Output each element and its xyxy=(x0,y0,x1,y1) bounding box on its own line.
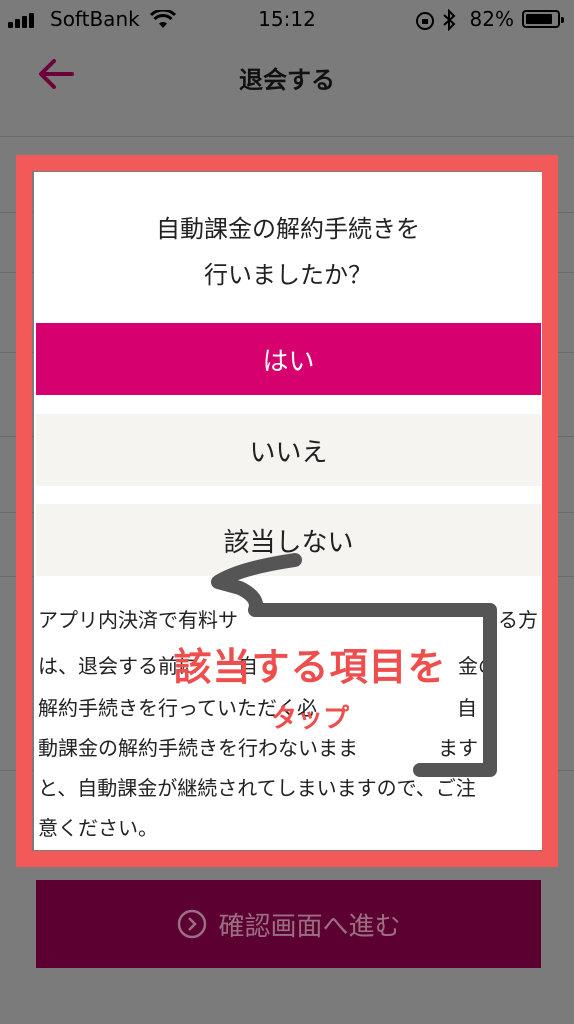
page-title: 退会する xyxy=(239,66,335,94)
rotation-lock-icon xyxy=(416,12,434,30)
divider xyxy=(0,136,574,137)
chevron-circle-icon xyxy=(178,909,207,939)
annotation-main: 該当する項目を xyxy=(173,645,447,689)
modal-question: 自動課金の解約手続きを 行いましたか？ xyxy=(156,215,420,289)
bluetooth-icon xyxy=(443,9,456,31)
confirm-button-label: 確認画面へ進む xyxy=(218,911,401,942)
option-yes[interactable]: はい xyxy=(36,323,541,395)
notice-text: 意ください。 xyxy=(38,816,158,840)
battery-icon xyxy=(522,10,564,28)
status-bar: SoftBank 15:12 82% xyxy=(0,0,574,40)
battery-percent: 82% xyxy=(469,7,514,31)
app-header: 退会する xyxy=(0,40,574,112)
option-label: いいえ xyxy=(249,437,328,468)
confirm-button[interactable]: 確認画面へ進む xyxy=(36,880,541,968)
option-label: はい xyxy=(262,346,315,377)
option-no[interactable]: いいえ xyxy=(36,414,541,486)
annotation-sub: タップ xyxy=(270,704,349,734)
